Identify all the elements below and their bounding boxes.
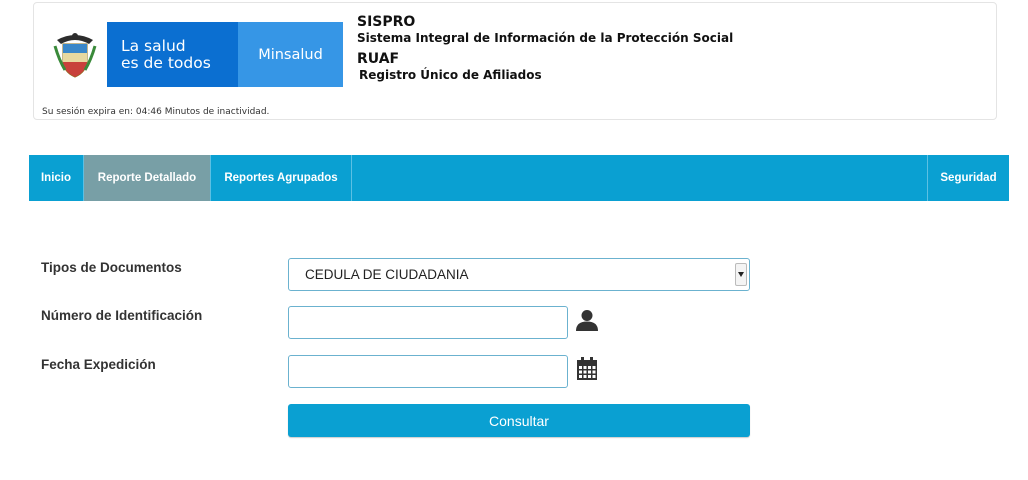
- nav-item-reporte-detallado[interactable]: Reporte Detallado: [84, 155, 211, 201]
- module-description: Registro Único de Afiliados: [359, 68, 542, 82]
- brand-banner: Minsalud: [238, 22, 343, 87]
- header-card: La salud es de todos Minsalud SISPRO Sis…: [33, 2, 997, 120]
- doc-type-select[interactable]: CEDULA DE CIUDADANIA: [288, 258, 750, 291]
- consultar-button[interactable]: Consultar: [288, 404, 750, 437]
- calendar-icon[interactable]: [575, 357, 599, 381]
- dropdown-arrow-icon[interactable]: [735, 263, 747, 286]
- coat-of-arms-icon: [42, 22, 107, 87]
- exp-date-input[interactable]: [288, 355, 568, 388]
- exp-date-label: Fecha Expedición: [41, 357, 156, 372]
- doc-type-label: Tipos de Documentos: [41, 260, 182, 275]
- user-icon[interactable]: [575, 308, 599, 332]
- government-logo: La salud es de todos Minsalud: [42, 22, 343, 87]
- system-titles: SISPRO Sistema Integral de Información d…: [357, 14, 733, 82]
- nav-item-inicio[interactable]: Inicio: [29, 155, 84, 201]
- slogan-banner: La salud es de todos: [107, 22, 238, 87]
- id-number-label: Número de Identificación: [41, 308, 203, 323]
- system-description: Sistema Integral de Información de la Pr…: [357, 31, 734, 45]
- main-navbar: Inicio Reporte Detallado Reportes Agrupa…: [29, 155, 1009, 201]
- system-name: SISPRO: [357, 14, 416, 30]
- session-timer-text: Su sesión expira en: 04:46 Minutos de in…: [42, 107, 270, 117]
- slogan-line-1: La salud: [121, 36, 186, 55]
- slogan-line-2: es de todos: [121, 53, 211, 72]
- nav-item-reportes-agrupados[interactable]: Reportes Agrupados: [211, 155, 352, 201]
- nav-item-seguridad[interactable]: Seguridad: [927, 155, 1009, 201]
- doc-type-selected-value: CEDULA DE CIUDADANIA: [305, 267, 469, 282]
- id-number-input[interactable]: [288, 306, 568, 339]
- module-name: RUAF: [357, 51, 400, 67]
